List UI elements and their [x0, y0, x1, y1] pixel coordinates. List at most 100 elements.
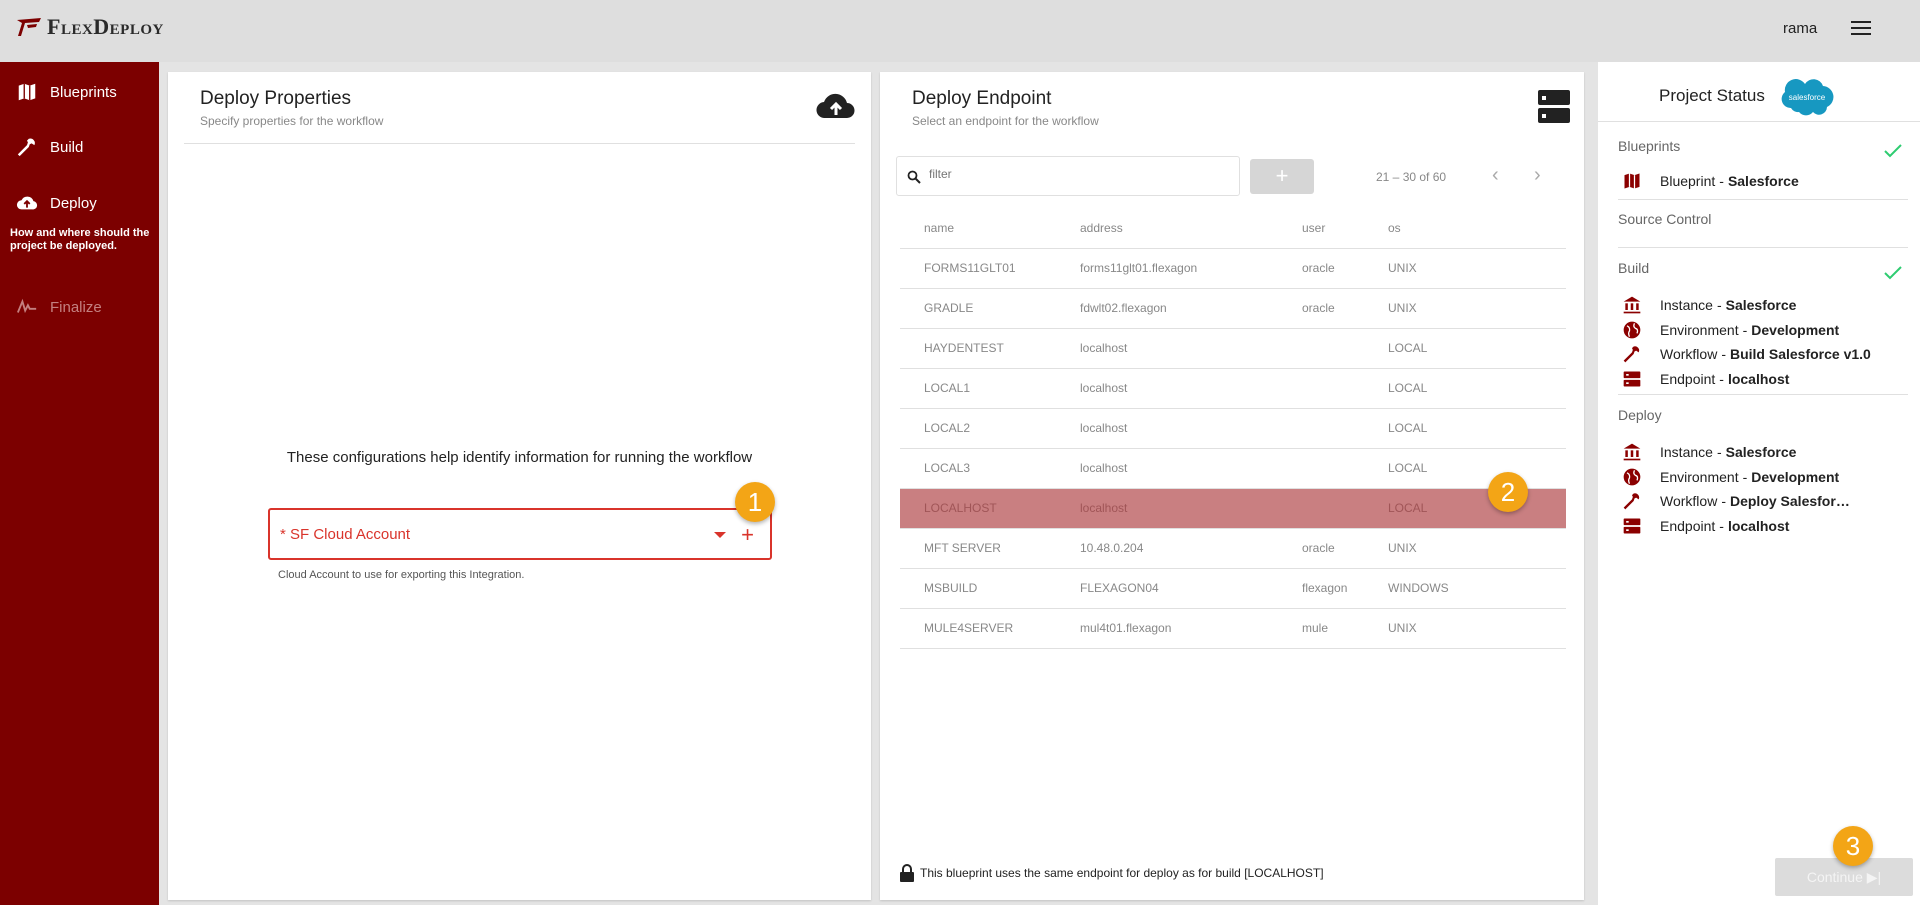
column-header-os[interactable]: os	[1388, 208, 1566, 249]
cell-user: oracle	[1302, 528, 1388, 569]
table-row[interactable]: LOCAL2 localhost LOCAL	[900, 408, 1566, 449]
sidebar-item-blueprints[interactable]: Blueprints	[16, 81, 117, 103]
section-build: Build	[1618, 260, 1650, 276]
wrench-icon	[1623, 493, 1640, 510]
check-icon	[1884, 266, 1902, 280]
cell-os: WINDOWS	[1388, 568, 1566, 609]
build-instance-row: Instance - Salesforce	[1622, 295, 1796, 315]
lock-note: This blueprint uses the same endpoint fo…	[900, 864, 1324, 882]
cell-user	[1302, 328, 1388, 369]
panel-subtitle: Specify properties for the workflow	[200, 114, 384, 128]
map-icon	[1624, 173, 1640, 189]
row-value: Development	[1751, 322, 1840, 338]
cell-os: UNIX	[1388, 288, 1566, 329]
cell-address: localhost	[1080, 408, 1302, 449]
table-row[interactable]: LOCAL1 localhost LOCAL	[900, 368, 1566, 409]
app-logo[interactable]: FlexDeploy	[15, 14, 164, 40]
add-endpoint-button[interactable]: +	[1250, 159, 1314, 194]
wrench-icon	[1623, 346, 1640, 363]
section-blueprints: Blueprints	[1618, 138, 1681, 154]
hamburger-menu-icon[interactable]	[1851, 21, 1871, 37]
step-badge-2: 2	[1488, 472, 1528, 512]
bank-icon	[1623, 296, 1641, 314]
deploy-workflow-row: Workflow-Deploy Salesforce v1.0	[1622, 491, 1854, 511]
table-row[interactable]: FORMS11GLT01 forms11glt01.flexagon oracle U…	[900, 248, 1566, 289]
cell-address: 10.48.0.204	[1080, 528, 1302, 569]
field-label: * SF Cloud Account	[280, 526, 411, 543]
salesforce-logo: salesforce	[1781, 79, 1834, 116]
table-row[interactable]: GRADLE fdwlt02.flexagon oracle UNIX	[900, 288, 1566, 329]
logo-text: FlexDeploy	[47, 14, 164, 39]
cell-user	[1302, 448, 1388, 489]
cell-user	[1302, 368, 1388, 409]
sf-cloud-account-select[interactable]: * SF Cloud Account +	[268, 508, 772, 560]
dropdown-arrow-icon[interactable]	[714, 532, 726, 538]
row-key: Environment	[1660, 322, 1739, 338]
divider	[184, 143, 855, 144]
check-icon	[1884, 144, 1902, 158]
table-header-row: name address user os	[900, 208, 1566, 249]
cell-os: UNIX	[1388, 608, 1566, 649]
cell-name: MSBUILD	[900, 568, 1080, 609]
row-key: Environment	[1660, 469, 1739, 485]
endpoint-table: name address user os FORMS11GLT01 forms11…	[900, 208, 1566, 649]
lock-note-text: This blueprint uses the same endpoint fo…	[920, 866, 1324, 880]
sidebar-item-label: Finalize	[50, 298, 102, 316]
user-name[interactable]: rama	[1783, 20, 1817, 37]
sidebar-item-build[interactable]: Build	[16, 136, 83, 158]
build-environment-row: Environment - Development	[1622, 320, 1839, 340]
table-row[interactable]: LOCAL3 localhost LOCAL	[900, 448, 1566, 489]
row-value: Deploy Salesforce v1.0	[1729, 493, 1854, 509]
cell-address: localhost	[1080, 488, 1302, 529]
row-key: Endpoint	[1660, 371, 1716, 387]
table-row[interactable]: HAYDENTEST localhost LOCAL	[900, 328, 1566, 369]
section-source-control: Source Control	[1618, 211, 1712, 227]
deploy-environment-row: Environment - Development	[1622, 467, 1839, 487]
cell-user: oracle	[1302, 288, 1388, 329]
filter-field[interactable]	[896, 156, 1240, 196]
column-header-name[interactable]: name	[900, 208, 1080, 249]
cell-user	[1302, 408, 1388, 449]
deploy-description: How and where should the project be depl…	[10, 227, 150, 252]
cell-address: FLEXAGON04	[1080, 568, 1302, 609]
table-row[interactable]: MFT SERVER 10.48.0.204 oracle UNIX	[900, 528, 1566, 569]
deploy-instance-row: Instance - Salesforce	[1622, 442, 1796, 462]
column-header-user[interactable]: user	[1302, 208, 1388, 249]
sidebar: Blueprints Build Deploy How and where sh…	[0, 62, 159, 905]
row-value: Salesforce	[1725, 297, 1797, 313]
panel-title: Deploy Endpoint	[912, 88, 1052, 109]
field-help-text: Cloud Account to use for exporting this …	[278, 569, 525, 581]
cell-user: oracle	[1302, 248, 1388, 289]
row-value: localhost	[1727, 518, 1790, 534]
row-value: Salesforce	[1725, 444, 1797, 460]
add-account-icon[interactable]: +	[741, 522, 754, 548]
sidebar-item-finalize[interactable]: Finalize	[16, 296, 102, 318]
cell-address: localhost	[1080, 368, 1302, 409]
table-row[interactable]: MSBUILD FLEXAGON04 flexagon WINDOWS	[900, 568, 1566, 609]
cell-user: flexagon	[1302, 568, 1388, 609]
sidebar-item-deploy[interactable]: Deploy	[16, 192, 97, 214]
build-workflow-row: Workflow - Build Salesforce v1.0	[1622, 344, 1871, 364]
cell-name: LOCAL3	[900, 448, 1080, 489]
salesforce-logo-text: salesforce	[1789, 93, 1826, 102]
divider	[1598, 121, 1920, 122]
cloud-upload-icon	[16, 196, 38, 210]
table-row[interactable]: MULE4SERVER mul4t01.flexagon mule UNIX	[900, 608, 1566, 649]
cell-name: MFT SERVER	[900, 528, 1080, 569]
chevron-right-icon[interactable]: ›	[1534, 164, 1541, 187]
step-badge-1: 1	[735, 482, 775, 522]
build-endpoint-row: Endpoint - localhost	[1622, 369, 1789, 389]
cell-name: LOCAL2	[900, 408, 1080, 449]
panel-title: Deploy Properties	[200, 88, 352, 109]
blueprint-row: Blueprint - Salesforce	[1622, 171, 1799, 191]
divider	[1618, 247, 1908, 248]
intro-text: These configurations help identify infor…	[286, 449, 753, 466]
table-row-selected[interactable]: LOCALHOST localhost LOCAL	[900, 488, 1566, 529]
chevron-left-icon[interactable]: ‹	[1492, 164, 1499, 187]
column-header-address[interactable]: address	[1080, 208, 1302, 249]
cell-os: UNIX	[1388, 248, 1566, 289]
row-value: Development	[1751, 469, 1840, 485]
cell-name: GRADLE	[900, 288, 1080, 329]
cell-os: LOCAL	[1388, 328, 1566, 369]
filter-input[interactable]	[929, 167, 1229, 181]
